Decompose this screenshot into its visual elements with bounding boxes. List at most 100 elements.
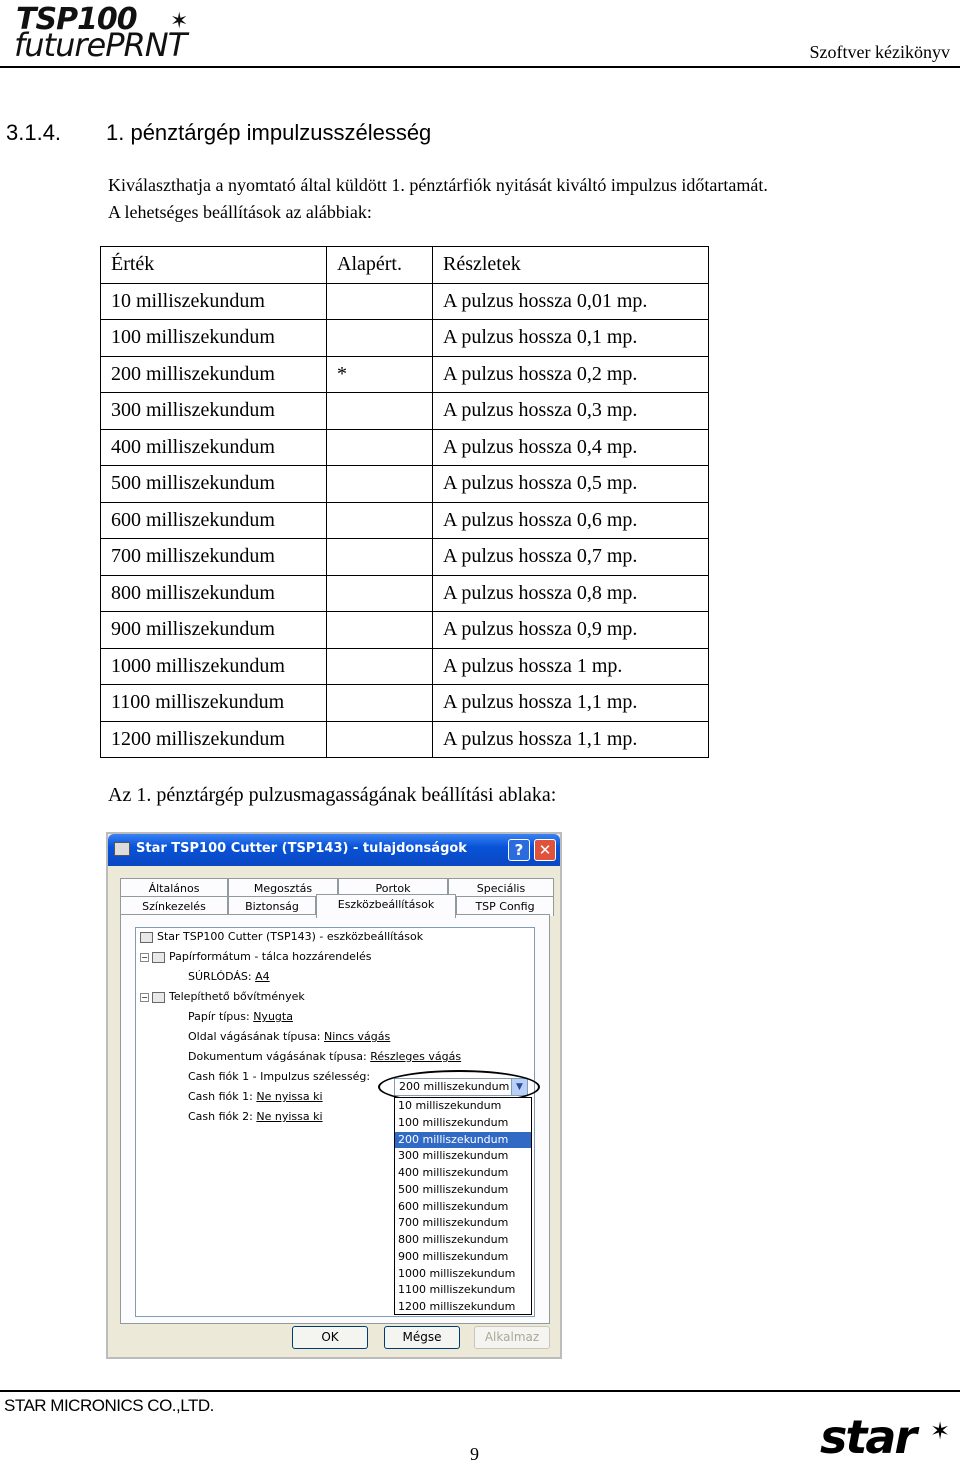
apply-button[interactable]: Alkalmaz [474,1326,550,1349]
tree-drawer1-pulse-width[interactable]: Cash fiók 1 - Impulzus szélesség: [188,1068,370,1086]
cell-details: A pulzus hossza 0,01 mp. [432,282,709,320]
header-divider [0,66,960,68]
expand-icon[interactable]: − [140,952,149,962]
company-name: STAR MICRONICS CO.,LTD. [4,1396,214,1415]
intro-text: Kiválaszthatja a nyomtató által küldött … [108,172,768,226]
cell-default [326,319,433,357]
tree-drawer1-open[interactable]: Cash fiók 1: Ne nyissa ki [188,1088,323,1106]
cell-details: A pulzus hossza 0,9 mp. [432,611,709,649]
cell-value: 500 milliszekundum [100,465,327,503]
tab-color-management[interactable]: Színkezelés [120,896,228,916]
tab-security[interactable]: Biztonság [228,896,316,916]
cell-details: A pulzus hossza 0,2 mp. [432,355,709,393]
cell-value: 700 milliszekundum [100,538,327,576]
cell-details: A pulzus hossza 0,3 mp. [432,392,709,430]
table-row: 800 milliszekundum A pulzus hossza 0,8 mp… [100,574,709,612]
dropdown-option[interactable]: 500 milliszekundum [395,1182,531,1199]
dialog-titlebar: Star TSP100 Cutter (TSP143) - tulajdonsá… [108,834,560,866]
cell-default [326,465,433,503]
dialog-title: Star TSP100 Cutter (TSP143) - tulajdonsá… [136,841,467,856]
help-button[interactable]: ? [508,839,530,861]
ok-button[interactable]: OK [292,1326,368,1349]
cell-default [326,684,433,722]
cell-details: A pulzus hossza 0,8 mp. [432,574,709,612]
cell-default [326,428,433,466]
tree-root[interactable]: Star TSP100 Cutter (TSP143) - eszközbeál… [140,928,423,946]
table-row: 700 milliszekundum A pulzus hossza 0,7 mp… [100,538,709,576]
tab-tsp-config[interactable]: TSP Config [456,896,554,916]
dropdown-option[interactable]: 700 milliszekundum [395,1215,531,1232]
tab-device-settings[interactable]: Eszközbeállítások [316,894,456,918]
cell-value: 200 milliszekundum [100,355,327,393]
manual-title: Szoftver kézikönyv [809,42,950,62]
settings-table: Érték Alapért. Részletek 10 milliszekund… [100,246,709,758]
dropdown-option[interactable]: 1100 milliszekundum [395,1282,531,1299]
dropdown-option[interactable]: 600 milliszekundum [395,1199,531,1216]
dropdown-option[interactable]: 1200 milliszekundum [395,1299,531,1316]
dropdown-option[interactable]: 400 milliszekundum [395,1165,531,1182]
dropdown-option[interactable]: 900 milliszekundum [395,1249,531,1266]
cell-value: 300 milliszekundum [100,392,327,430]
header-cell-value: Érték [100,246,327,284]
tree-drawer2-open[interactable]: Cash fiók 2: Ne nyissa ki [188,1108,323,1126]
printer-settings-icon [140,931,153,943]
tree-page-cut[interactable]: Oldal vágásának típusa: Nincs vágás [188,1028,390,1046]
pulse-width-dropdown-list: 10 milliszekundum 100 milliszekundum 200 m… [394,1097,532,1315]
cell-value: 400 milliszekundum [100,428,327,466]
tree-paper-format[interactable]: − Papírformátum - tálca hozzárendelés [140,948,372,966]
dropdown-option[interactable]: 800 milliszekundum [395,1232,531,1249]
cell-details: A pulzus hossza 0,5 mp. [432,465,709,503]
table-row: 900 milliszekundum A pulzus hossza 0,9 mp… [100,611,709,649]
intro-line-2: A lehetséges beállítások az alábbiak: [108,202,372,222]
dropdown-option[interactable]: 1000 milliszekundum [395,1266,531,1283]
dropdown-option[interactable]: 300 milliszekundum [395,1148,531,1165]
section-title: 1. pénztárgép impulzusszélesség [106,120,432,145]
intro-line-1: Kiválaszthatja a nyomtató által küldött … [108,175,768,195]
cell-details: A pulzus hossza 1,1 mp. [432,684,709,722]
close-button[interactable]: ✕ [534,839,556,861]
table-row: 400 milliszekundum A pulzus hossza 0,4 mp… [100,428,709,466]
tsp100-futureprnt-logo: TSP100 ✶ futurePRNT [8,2,238,64]
footer-divider [0,1390,960,1392]
table-row: 100 milliszekundum A pulzus hossza 0,1 mp… [100,319,709,357]
tree-friction[interactable]: SÚRLÓDÁS: A4 [188,968,270,986]
section-heading: 3.1.4. 1. pénztárgép impulzusszélesség [6,120,431,146]
cell-value: 1100 milliszekundum [100,684,327,722]
header-cell-details: Részletek [432,246,709,284]
table-row: 10 milliszekundum A pulzus hossza 0,01 mp… [100,282,709,320]
cell-value: 900 milliszekundum [100,611,327,649]
section-number: 3.1.4. [6,120,62,145]
cancel-button[interactable]: Mégse [384,1326,460,1349]
cell-default [326,611,433,649]
cell-default [326,647,433,685]
cell-default [326,392,433,430]
star-logo: star ✶ [820,1412,950,1462]
table-row: 300 milliszekundum A pulzus hossza 0,3 mp… [100,392,709,430]
expand-icon[interactable]: − [140,992,149,1002]
cell-default [326,574,433,612]
cell-default [326,501,433,539]
cell-details: A pulzus hossza 1,1 mp. [432,720,709,758]
cell-default [326,720,433,758]
cell-value: 1000 milliszekundum [100,647,327,685]
dropdown-option[interactable]: 200 milliszekundum [395,1131,531,1149]
table-row: 1100 milliszekundum A pulzus hossza 1,1 m… [100,684,709,722]
tree-paper-type[interactable]: Papír típus: Nyugta [188,1008,293,1026]
cell-value: 10 milliszekundum [100,282,327,320]
star-spark-icon: ✶ [930,1417,950,1445]
table-row: 200 milliszekundum * A pulzus hossza 0,2 m… [100,355,709,393]
tab-advanced[interactable]: Speciális [448,878,554,898]
table-row: 1000 milliszekundum A pulzus hossza 1 mp. [100,647,709,685]
dropdown-option[interactable]: 100 milliszekundum [395,1115,531,1132]
tree-document-cut[interactable]: Dokumentum vágásának típusa: Részleges v… [188,1048,461,1066]
tree-installable-options[interactable]: − Telepíthető bővítmények [140,988,305,1006]
cell-default: * [326,355,433,393]
cell-default [326,538,433,576]
tab-row-2: Színkezelés Biztonság Eszközbeállítások … [120,894,554,918]
dropdown-option[interactable]: 10 milliszekundum [395,1098,531,1115]
cell-value: 800 milliszekundum [100,574,327,612]
tab-general[interactable]: Általános [120,878,228,898]
cell-value: 1200 milliszekundum [100,720,327,758]
cell-details: A pulzus hossza 0,4 mp. [432,428,709,466]
cell-default [326,282,433,320]
